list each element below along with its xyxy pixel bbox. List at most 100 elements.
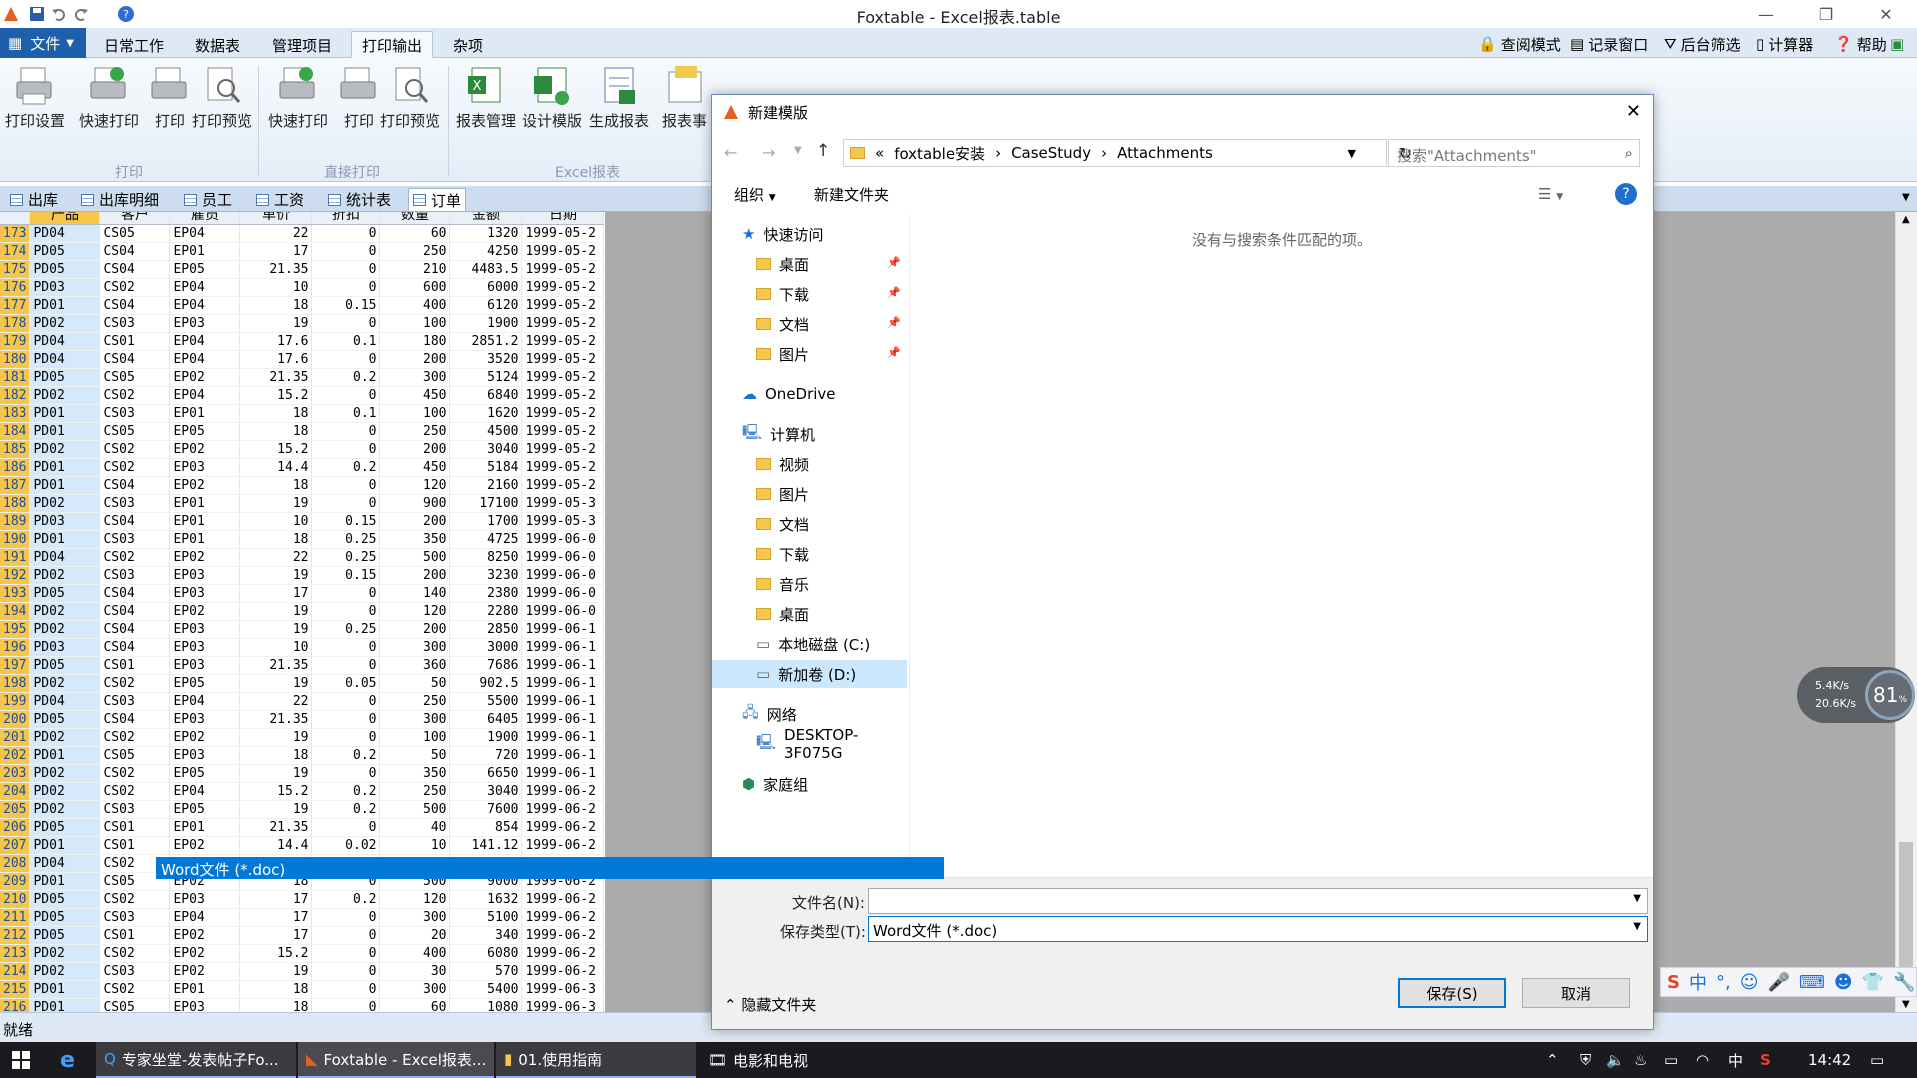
table-row[interactable]: 185 PD02 CS02 EP02 15.2 0 200 3040 1999-05-2 — [0, 440, 605, 459]
table-cell[interactable]: CS02 — [99, 458, 171, 477]
row-number[interactable]: 203 — [0, 764, 31, 783]
table-cell[interactable]: 2850 — [449, 620, 523, 639]
table-row[interactable]: 204 PD02 CS02 EP04 15.2 0.2 250 3040 1999-06-2 — [0, 782, 605, 801]
table-cell[interactable]: 22 — [239, 548, 313, 567]
table-cell[interactable]: 1999-05-2 — [521, 296, 605, 315]
table-cell[interactable]: 8250 — [449, 548, 523, 567]
emoji-icon[interactable]: ☺ — [1740, 972, 1759, 993]
table-cell[interactable]: 0.05 — [311, 674, 381, 693]
table-cell[interactable]: PD02 — [29, 728, 101, 747]
nav-computer-item[interactable]: 视频 — [712, 450, 907, 478]
table-cell[interactable]: 141.12 — [449, 836, 523, 855]
table-cell[interactable]: 19 — [239, 566, 313, 585]
ime-mode[interactable]: 中 — [1689, 969, 1707, 995]
table-cell[interactable]: CS03 — [99, 530, 171, 549]
table-cell[interactable]: 1999-06-3 — [521, 980, 605, 999]
table-cell[interactable]: CS04 — [99, 638, 171, 657]
nav-homegroup[interactable]: ⬢ 家庭组 — [712, 770, 907, 798]
table-cell[interactable]: EP04 — [169, 224, 241, 243]
table-cell[interactable]: 0 — [311, 728, 381, 747]
table-cell[interactable]: 0 — [311, 944, 381, 963]
table-cell[interactable]: 7600 — [449, 800, 523, 819]
table-row[interactable]: 191 PD04 CS02 EP02 22 0.25 500 8250 1999-06-0 — [0, 548, 605, 567]
column-header[interactable]: 折扣 — [311, 212, 381, 225]
table-cell[interactable]: 19 — [239, 800, 313, 819]
table-cell[interactable]: 0 — [311, 908, 381, 927]
table-cell[interactable]: EP03 — [169, 656, 241, 675]
row-number[interactable]: 213 — [0, 944, 31, 963]
table-cell[interactable]: 350 — [379, 530, 451, 549]
table-cell[interactable]: EP01 — [169, 530, 241, 549]
defender-shield-icon[interactable]: ⛨ — [1572, 1042, 1591, 1078]
table-cell[interactable]: CS03 — [99, 908, 171, 927]
table-cell[interactable]: PD05 — [29, 584, 101, 603]
table-cell[interactable]: 18 — [239, 476, 313, 495]
table-cell[interactable]: 0 — [311, 350, 381, 369]
table-cell[interactable]: 0 — [311, 998, 381, 1012]
table-cell[interactable]: PD03 — [29, 512, 101, 531]
clock[interactable]: 14:42 — [1800, 1042, 1851, 1078]
table-row[interactable]: 182 PD02 CS02 EP04 15.2 0 450 6840 1999-05-2 — [0, 386, 605, 405]
table-row[interactable]: 216 PD01 CS05 EP03 18 0 60 1080 1999-06-3 — [0, 998, 605, 1012]
table-cell[interactable]: 18 — [239, 296, 313, 315]
tab-print-output[interactable]: 打印输出 — [351, 31, 434, 59]
table-cell[interactable]: CS02 — [99, 890, 171, 909]
nav-computer-item[interactable]: 桌面 — [712, 600, 907, 628]
row-number[interactable]: 216 — [0, 998, 31, 1012]
table-cell[interactable]: 1999-05-2 — [521, 422, 605, 441]
table-row[interactable]: 176 PD03 CS02 EP04 10 0 600 6000 1999-05-2 — [0, 278, 605, 297]
table-cell[interactable]: 5100 — [449, 908, 523, 927]
table-cell[interactable]: 1999-06-0 — [521, 602, 605, 621]
table-cell[interactable]: 340 — [449, 926, 523, 945]
table-cell[interactable]: 1999-05-2 — [521, 224, 605, 243]
table-cell[interactable]: 1999-06-2 — [521, 908, 605, 927]
table-cell[interactable]: PD05 — [29, 710, 101, 729]
table-cell[interactable]: CS02 — [99, 944, 171, 963]
show-hidden-icons-chevron-icon[interactable]: ⌃ — [1538, 1042, 1559, 1078]
table-cell[interactable]: 19 — [239, 764, 313, 783]
table-cell[interactable]: 360 — [379, 656, 451, 675]
filetype-select[interactable]: Word文件 (*.doc) ▼ — [868, 916, 1648, 942]
direct-print-preview-button[interactable]: 打印预览 — [380, 64, 440, 131]
table-cell[interactable]: 0.2 — [311, 458, 381, 477]
table-cell[interactable]: 14.4 — [239, 458, 313, 477]
table-cell[interactable]: 350 — [379, 764, 451, 783]
table-cell[interactable]: 200 — [379, 566, 451, 585]
table-cell[interactable]: 100 — [379, 728, 451, 747]
table-cell[interactable]: 40 — [379, 818, 451, 837]
table-cell[interactable]: 1900 — [449, 314, 523, 333]
report-event-button[interactable]: 报表事 — [662, 64, 707, 131]
table-cell[interactable]: EP02 — [169, 548, 241, 567]
table-cell[interactable]: 300 — [379, 908, 451, 927]
sheet-tab-outbound-detail[interactable]: 出库明细 — [77, 188, 163, 211]
table-cell[interactable]: CS02 — [99, 764, 171, 783]
calculator-button[interactable]: ▯ 计算器 — [1756, 33, 1813, 55]
table-cell[interactable]: PD01 — [29, 476, 101, 495]
table-cell[interactable]: 10 — [239, 638, 313, 657]
table-cell[interactable]: CS03 — [99, 962, 171, 981]
sheet-tab-outbound[interactable]: 出库 — [6, 188, 62, 211]
table-cell[interactable]: PD02 — [29, 314, 101, 333]
table-cell[interactable]: 22 — [239, 692, 313, 711]
table-cell[interactable]: 10 — [239, 278, 313, 297]
pin-icon[interactable]: 📌 — [887, 256, 901, 269]
table-cell[interactable]: CS01 — [99, 656, 171, 675]
volume-icon[interactable]: 🔈 — [1598, 1042, 1625, 1078]
table-row[interactable]: 210 PD05 CS02 EP03 17 0.2 120 1632 1999-06-2 — [0, 890, 605, 909]
table-cell[interactable]: 1999-05-2 — [521, 386, 605, 405]
column-header[interactable]: 单价 — [239, 212, 313, 225]
ie-browser-icon[interactable]: e — [52, 1042, 92, 1078]
column-header[interactable]: 产品 — [29, 212, 101, 225]
table-cell[interactable]: 1999-06-1 — [521, 692, 605, 711]
table-cell[interactable]: CS02 — [99, 440, 171, 459]
table-cell[interactable]: CS04 — [99, 296, 171, 315]
row-number[interactable]: 182 — [0, 386, 31, 405]
table-cell[interactable]: PD01 — [29, 998, 101, 1012]
row-number[interactable]: 186 — [0, 458, 31, 477]
table-cell[interactable]: EP03 — [169, 890, 241, 909]
table-cell[interactable]: 1999-06-1 — [521, 728, 605, 747]
table-cell[interactable]: EP03 — [169, 458, 241, 477]
table-cell[interactable]: 60 — [379, 224, 451, 243]
table-cell[interactable]: CS04 — [99, 242, 171, 261]
table-cell[interactable]: 6000 — [449, 278, 523, 297]
